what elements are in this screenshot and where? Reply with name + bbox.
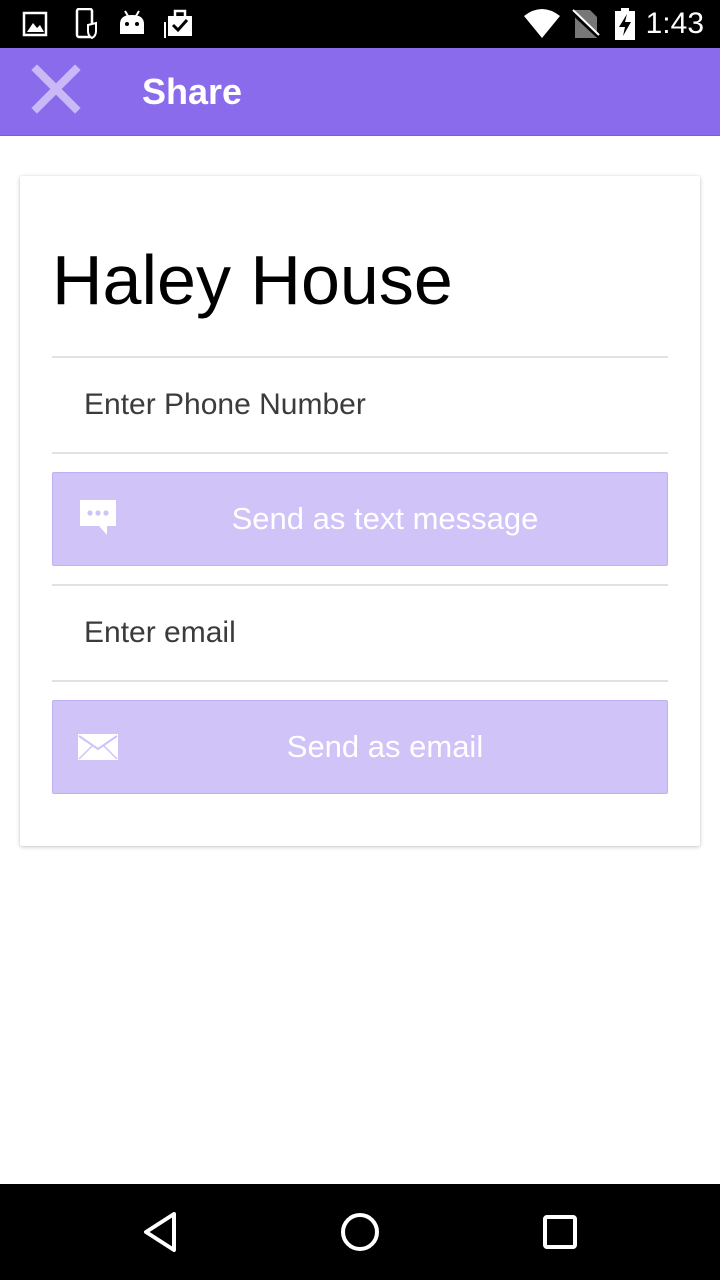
home-button[interactable] — [336, 1208, 384, 1256]
send-text-message-label: Send as text message — [231, 501, 539, 536]
phone-number-input[interactable] — [84, 385, 644, 425]
no-sim-icon — [570, 8, 601, 45]
email-input[interactable] — [84, 613, 644, 653]
page-title: Share — [142, 71, 243, 112]
recents-button[interactable] — [536, 1208, 584, 1256]
navigation-bar — [0, 1184, 720, 1280]
send-email-label: Send as email — [286, 729, 484, 764]
wifi-icon — [522, 8, 562, 45]
contact-name: Haley House — [52, 241, 453, 319]
status-time: 1:43 — [645, 7, 704, 40]
send-email-button[interactable]: Send as email — [52, 700, 668, 794]
back-button[interactable] — [136, 1208, 184, 1256]
recents-icon — [536, 1215, 584, 1260]
battery-charging-icon — [614, 8, 636, 45]
back-icon — [136, 1212, 184, 1260]
share-card: Haley House Send as text message Send as — [20, 176, 700, 846]
phone-shield-icon — [74, 7, 100, 45]
android-icon — [118, 8, 146, 45]
close-icon — [31, 63, 81, 119]
close-button[interactable] — [20, 58, 92, 124]
home-icon — [336, 1213, 384, 1260]
app-bar: Share — [0, 48, 720, 136]
image-icon — [22, 8, 50, 45]
divider — [52, 452, 668, 454]
divider — [52, 584, 668, 586]
status-bar: 1:43 — [0, 0, 720, 48]
divider — [52, 356, 668, 358]
divider — [52, 680, 668, 682]
send-text-message-button[interactable]: Send as text message — [52, 472, 668, 566]
clipboard-check-icon — [164, 8, 196, 45]
